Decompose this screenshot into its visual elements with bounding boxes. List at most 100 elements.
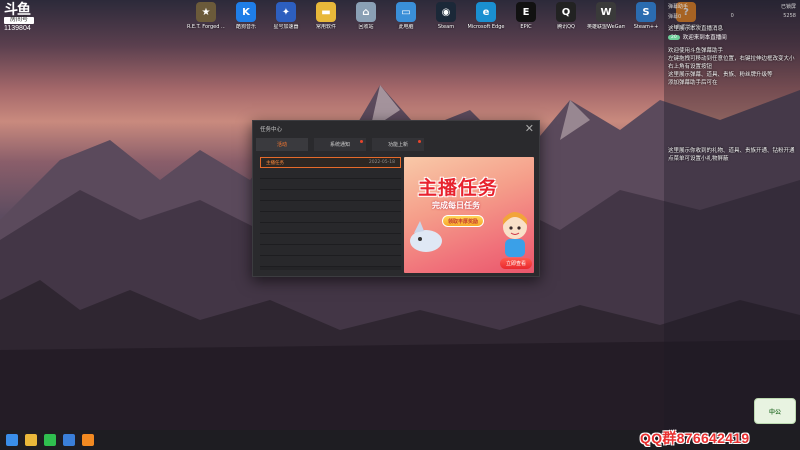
stat-viewers: 5258 [783,13,796,19]
desktop-icon-label: 星号加速器 [273,24,299,30]
welcome-text: 欢迎来到本直播间 [682,35,727,41]
desktop-icon-label: 常用软件 [315,24,336,30]
task-row[interactable] [260,256,401,267]
chat-body: 这里展示本次直播消息 20 欢迎来到本直播间 欢迎使用斗鱼弹幕助手左键拖拽可移动… [664,23,800,165]
windows-start-icon[interactable] [6,434,18,446]
task-row[interactable] [260,179,401,190]
desktop-icon-label: EPIC [520,24,532,30]
desktop-icon[interactable]: ✦ 星号加速器 [268,2,304,42]
stat-danmaku: 弹幕0 [668,14,682,20]
desktop-icon[interactable]: ◉ Steam [428,2,464,42]
notification-dot-icon [418,140,421,143]
task-list: 主播任务 2022-05-18 [260,157,401,270]
task-row[interactable] [260,201,401,212]
task-row[interactable] [260,245,401,256]
chat-lines-group-1: 欢迎使用斗鱼弹幕助手左键拖拽可移动到任意位置，右键拉伸边框改变大小 右上角有设置按… [668,47,796,87]
task-banner[interactable]: 主播任务 完成每日任务 领取丰厚奖励 立即查看 [404,157,534,273]
mascot-illustration [503,212,527,257]
steam-icon: ◉ [436,2,456,22]
dialog-tab-label: 功能上新 [387,142,408,148]
task-name: 主播任务 [266,160,284,166]
edge-icon: e [476,2,496,22]
desktop-icon-row: ★ R.E.T. Forged ... K 酷狗音乐 ✦ 星号加速器 ▬ 常用软件 ⌂ 回收站 ▭ 此… [187,2,708,42]
desktop-icon[interactable]: ★ R.E.T. Forged ... [187,2,225,42]
task-row[interactable] [260,168,401,179]
desktop-icon[interactable]: e Microsoft Edge [468,2,504,42]
qq-icon: Q [556,2,576,22]
desktop-icon[interactable]: ⌂ 回收站 [348,2,384,42]
desktop-icon[interactable]: ▭ 此电脑 [388,2,424,42]
desktop-icon-label: 此电脑 [398,24,414,30]
room-number: 1139804 [4,25,31,32]
panel-title: 弹幕助手 [668,4,689,10]
desktop-icon-label: Steam [437,24,455,30]
task-center-dialog: 任务中心 ✕ 活动 系统通知 功能上新 主播任务 2022-05-18 主播任务 完成… [252,120,540,277]
stat-middle: 0 [730,13,734,19]
notification-dot-icon [360,140,363,143]
chat-line: 点菜单可设置小礼物屏蔽 [668,156,729,162]
chat-line: 右上角有设置按钮 [668,64,713,70]
desktop-icon[interactable]: Q 腾讯QQ [548,2,584,42]
dialog-tab-label: 活动 [276,142,287,148]
chat-line: 这里展示弹幕、道具、贵族、粉丝牌升级等 [668,72,773,78]
task-row[interactable] [260,223,401,234]
system-message: 这里展示本次直播消息 [668,26,724,32]
dialog-tab[interactable]: 系统通知 [314,138,366,151]
task-row[interactable] [260,190,401,201]
desktop-icon-label: 酷狗音乐 [235,24,256,30]
game-icon: ★ [196,2,216,22]
panel-stats: 弹幕0 0 5258 [664,13,800,23]
task-row[interactable] [260,212,401,223]
shark-illustration [410,221,442,252]
view-now-button[interactable]: 立即查看 [500,258,532,269]
task-date: 2022-05-18 [368,160,395,165]
level-badge: 20 [668,34,680,40]
music-icon: K [236,2,256,22]
desktop-icon-label: 英雄联盟WeGame [587,24,625,30]
welcome-line: 20 欢迎来到本直播间 [668,33,796,41]
desktop-icon[interactable]: S Steam++ [628,2,664,42]
desktop-icon[interactable]: ▬ 常用软件 [308,2,344,42]
dialog-title: 任务中心 [260,127,283,133]
desktop-icon[interactable]: E EPIC [508,2,544,42]
desktop-icon-label: 腾讯QQ [557,24,575,30]
close-icon[interactable]: ✕ [525,122,534,135]
logo-main: 斗鱼 [4,1,31,17]
desktop-icon[interactable]: K 酷狗音乐 [228,2,264,42]
sticker-text: 中公 [768,408,781,416]
qq-group-promo: QQ群876642419 [640,430,750,446]
banner-subtitle: 完成每日任务 [432,201,480,210]
desktop-icon-label: 回收站 [358,24,374,30]
panel-header: 弹幕助手 已锁屏 [664,0,800,13]
chat-line: 左键拖拽可移动到任意位置，右键拉伸边框改变大小 [668,56,795,62]
dialog-tabs: 活动 系统通知 功能上新 [253,138,541,152]
file-explorer-icon[interactable] [25,434,37,446]
browser-icon[interactable] [63,434,75,446]
lock-status[interactable]: 已锁屏 [781,3,796,10]
sticker-image: 中公 [754,398,796,424]
chat-line: 这里展示你收到的礼物、道具、贵族开通、钻粉开通 [668,148,795,154]
chat-line: 添加弹幕助手后可在 [668,80,718,86]
task-row[interactable]: 主播任务 2022-05-18 [260,157,401,168]
douyu-taskbar-icon[interactable] [82,434,94,446]
douyu-logo: 斗鱼 房间号 1139804 [4,2,34,33]
computer-icon: ▭ [396,2,416,22]
dialog-tab[interactable]: 活动 [256,138,308,151]
banner-reward-button[interactable]: 领取丰厚奖励 [442,215,484,227]
desktop-icon-label: R.E.T. Forged ... [187,24,225,30]
task-row[interactable] [260,234,401,245]
chat-lines-group-2: 这里展示你收到的礼物、道具、贵族开通、钻粉开通 点菜单可设置小礼物屏蔽 [668,147,796,163]
dialog-tab[interactable]: 功能上新 [372,138,424,151]
danmaku-panel[interactable]: 弹幕助手 已锁屏 弹幕0 0 5258 这里展示本次直播消息 20 欢迎来到本直… [664,0,800,430]
logo-sub: 房间号 [4,17,34,24]
wegame-icon: W [596,2,616,22]
desktop-icon-label: Steam++ [633,24,659,30]
wechat-icon[interactable] [44,434,56,446]
recycle-bin-icon: ⌂ [356,2,376,22]
epic-icon: E [516,2,536,22]
desktop-icon-label: Microsoft Edge [467,24,505,30]
desktop-icon[interactable]: W 英雄联盟WeGame [587,2,625,42]
chat-line: 欢迎使用斗鱼弹幕助手 [668,48,724,54]
star-icon: ✦ [276,2,296,22]
dialog-tab-label: 系统通知 [329,142,350,148]
